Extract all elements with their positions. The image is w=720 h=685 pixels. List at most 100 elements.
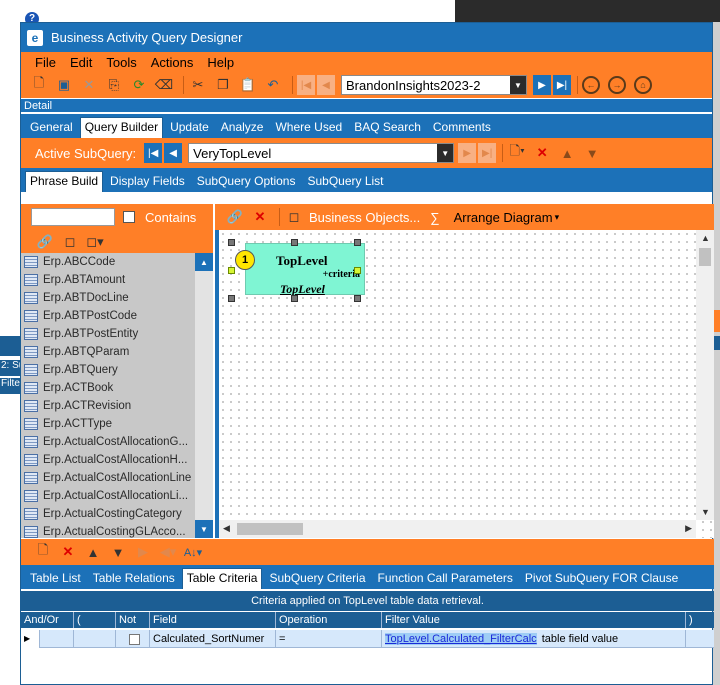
menu-help[interactable]: Help [207, 55, 234, 70]
active-subquery-select[interactable]: VeryTopLevel ▼ [188, 143, 455, 163]
tab-pivot-subquery[interactable]: Pivot SubQuery FOR Clause [520, 571, 683, 589]
table-search-input[interactable] [31, 208, 115, 226]
menu-actions[interactable]: Actions [151, 55, 194, 70]
tab-subquery-list[interactable]: SubQuery List [302, 174, 388, 192]
scroll-down-icon[interactable]: ▼ [195, 520, 213, 538]
menu-file[interactable]: File [35, 55, 56, 70]
column-header[interactable]: And/Or [21, 612, 73, 628]
node-alias-link[interactable]: TopLevel [280, 282, 325, 297]
list-item[interactable]: Erp.ABTPostCode [21, 307, 195, 325]
not-cell[interactable] [115, 630, 149, 648]
clear-icon[interactable]: ⌫ [154, 75, 174, 95]
list-item[interactable]: Erp.ActualCostingGLAcco... [21, 523, 195, 538]
last-record-icon[interactable]: ▶| [553, 75, 571, 95]
save-icon[interactable]: ▣ [54, 75, 74, 95]
new-criteria-icon[interactable]: 🗋 [33, 542, 53, 562]
resize-handle[interactable] [354, 267, 361, 274]
column-header[interactable]: Not [115, 612, 149, 628]
and-or-cell[interactable] [39, 630, 73, 648]
tab-function-call-parameters[interactable]: Function Call Parameters [373, 571, 518, 589]
tab-subquery-criteria[interactable]: SubQuery Criteria [264, 571, 370, 589]
row-selector-icon[interactable]: ▶ [21, 630, 39, 648]
move-down-icon[interactable]: ▼ [582, 143, 602, 163]
delete-icon[interactable]: ✕ [79, 75, 99, 95]
list-item[interactable]: Erp.ABTPostEntity [21, 325, 195, 343]
tab-display-fields[interactable]: Display Fields [105, 174, 190, 192]
delete-icon[interactable]: ✕ [250, 207, 270, 227]
list-item[interactable]: Erp.ACTType [21, 415, 195, 433]
table-node[interactable]: TopLevel +criteria TopLevel [245, 243, 365, 297]
table-list-scrollbar[interactable]: ▲ ▼ [195, 253, 213, 538]
move-up-icon[interactable]: ▲ [83, 542, 103, 562]
filter-value-link[interactable]: TopLevel.Calculated_FilterCalc [385, 633, 537, 645]
cut-icon[interactable]: ✂ [188, 75, 208, 95]
copy-icon[interactable]: ⎘ [104, 75, 124, 95]
link-icon[interactable]: 🔗 [35, 232, 55, 252]
tab-table-list[interactable]: Table List [25, 571, 86, 589]
paste-icon[interactable]: 📋 [238, 75, 258, 95]
column-header[interactable]: Operation [275, 612, 381, 628]
tab-analyze[interactable]: Analyze [216, 120, 269, 138]
list-item[interactable]: Erp.ABTQuery [21, 361, 195, 379]
delete-subquery-icon[interactable]: ✕ [532, 143, 552, 163]
scroll-up-icon[interactable]: ▲ [195, 253, 213, 271]
tab-baq-search[interactable]: BAQ Search [349, 120, 426, 138]
tab-comments[interactable]: Comments [428, 120, 496, 138]
resize-handle[interactable] [354, 239, 361, 246]
scroll-up-icon[interactable]: ▲ [701, 233, 710, 243]
close-paren-cell[interactable] [685, 630, 714, 648]
forward-icon[interactable]: → [608, 76, 626, 94]
prev-subquery-icon[interactable]: ◀ [164, 143, 183, 163]
checkbox-icon[interactable]: ◻ [60, 232, 80, 252]
open-paren-cell[interactable] [73, 630, 115, 648]
query-select[interactable]: BrandonInsights2023-2 ▼ [341, 75, 527, 95]
scroll-right-icon[interactable]: ▶ [685, 523, 692, 534]
refresh-icon[interactable]: ⟳ [129, 75, 149, 95]
indent-right-icon[interactable]: ▶ [133, 542, 153, 562]
list-item[interactable]: Erp.ABCCode [21, 253, 195, 271]
scroll-left-icon[interactable]: ◀ [223, 523, 230, 534]
column-header[interactable]: ) [685, 612, 714, 628]
list-item[interactable]: Erp.ACTBook [21, 379, 195, 397]
diagram-canvas[interactable]: TopLevel +criteria TopLevel 1 ▲ ▼ ◀ ▶ [219, 230, 714, 538]
list-item[interactable]: Erp.ABTAmount [21, 271, 195, 289]
not-checkbox[interactable] [128, 633, 140, 645]
menu-tools[interactable]: Tools [106, 55, 136, 70]
column-header[interactable]: ( [73, 612, 115, 628]
resize-handle[interactable] [291, 239, 298, 246]
list-item[interactable]: Erp.ACTRevision [21, 397, 195, 415]
list-item[interactable]: Erp.ABTQParam [21, 343, 195, 361]
field-cell[interactable]: Calculated_SortNumer [149, 630, 275, 648]
menu-edit[interactable]: Edit [70, 55, 92, 70]
tab-where-used[interactable]: Where Used [270, 120, 347, 138]
home-icon[interactable]: ⌂ [634, 76, 652, 94]
resize-handle[interactable] [228, 239, 235, 246]
checkbox2-icon[interactable]: ◻▾ [85, 232, 105, 252]
tab-table-relations[interactable]: Table Relations [88, 571, 180, 589]
list-item[interactable]: Erp.ActualCostAllocationLine [21, 469, 195, 487]
chevron-down-icon[interactable]: ▾ [555, 212, 560, 223]
table-row[interactable]: ▶ Calculated_SortNumer = TopLevel.Calcul… [21, 630, 714, 648]
prev-record-icon[interactable]: ◀ [317, 75, 335, 95]
indent-left-icon[interactable]: ◀▾ [158, 542, 178, 562]
scroll-thumb[interactable] [237, 523, 303, 535]
last-subquery-icon[interactable]: ▶| [478, 143, 497, 163]
arrange-diagram-button[interactable]: Arrange Diagram [454, 210, 553, 225]
business-objects-button[interactable]: Business Objects... [309, 210, 420, 225]
filter-value-cell[interactable]: TopLevel.Calculated_FilterCalc table fie… [381, 630, 685, 648]
list-item[interactable]: Erp.ActualCostingCategory [21, 505, 195, 523]
tab-general[interactable]: General [25, 120, 78, 138]
sort-az-icon[interactable]: A↓▾ [183, 542, 203, 562]
diagram-vertical-scrollbar[interactable]: ▲ ▼ [696, 230, 714, 520]
next-subquery-icon[interactable]: ▶ [458, 143, 477, 163]
tab-table-criteria[interactable]: Table Criteria [181, 568, 263, 589]
new-icon[interactable]: 🗋 [29, 75, 49, 95]
resize-handle[interactable] [354, 295, 361, 302]
next-record-icon[interactable]: ▶ [533, 75, 551, 95]
scroll-thumb[interactable] [699, 248, 711, 266]
copy2-icon[interactable]: ❐ [213, 75, 233, 95]
checkbox-icon[interactable]: ◻ [284, 207, 304, 227]
list-item[interactable]: Erp.ActualCostAllocationLi... [21, 487, 195, 505]
sigma-icon[interactable]: ∑ [430, 210, 439, 225]
tab-phrase-build[interactable]: Phrase Build [25, 171, 104, 192]
